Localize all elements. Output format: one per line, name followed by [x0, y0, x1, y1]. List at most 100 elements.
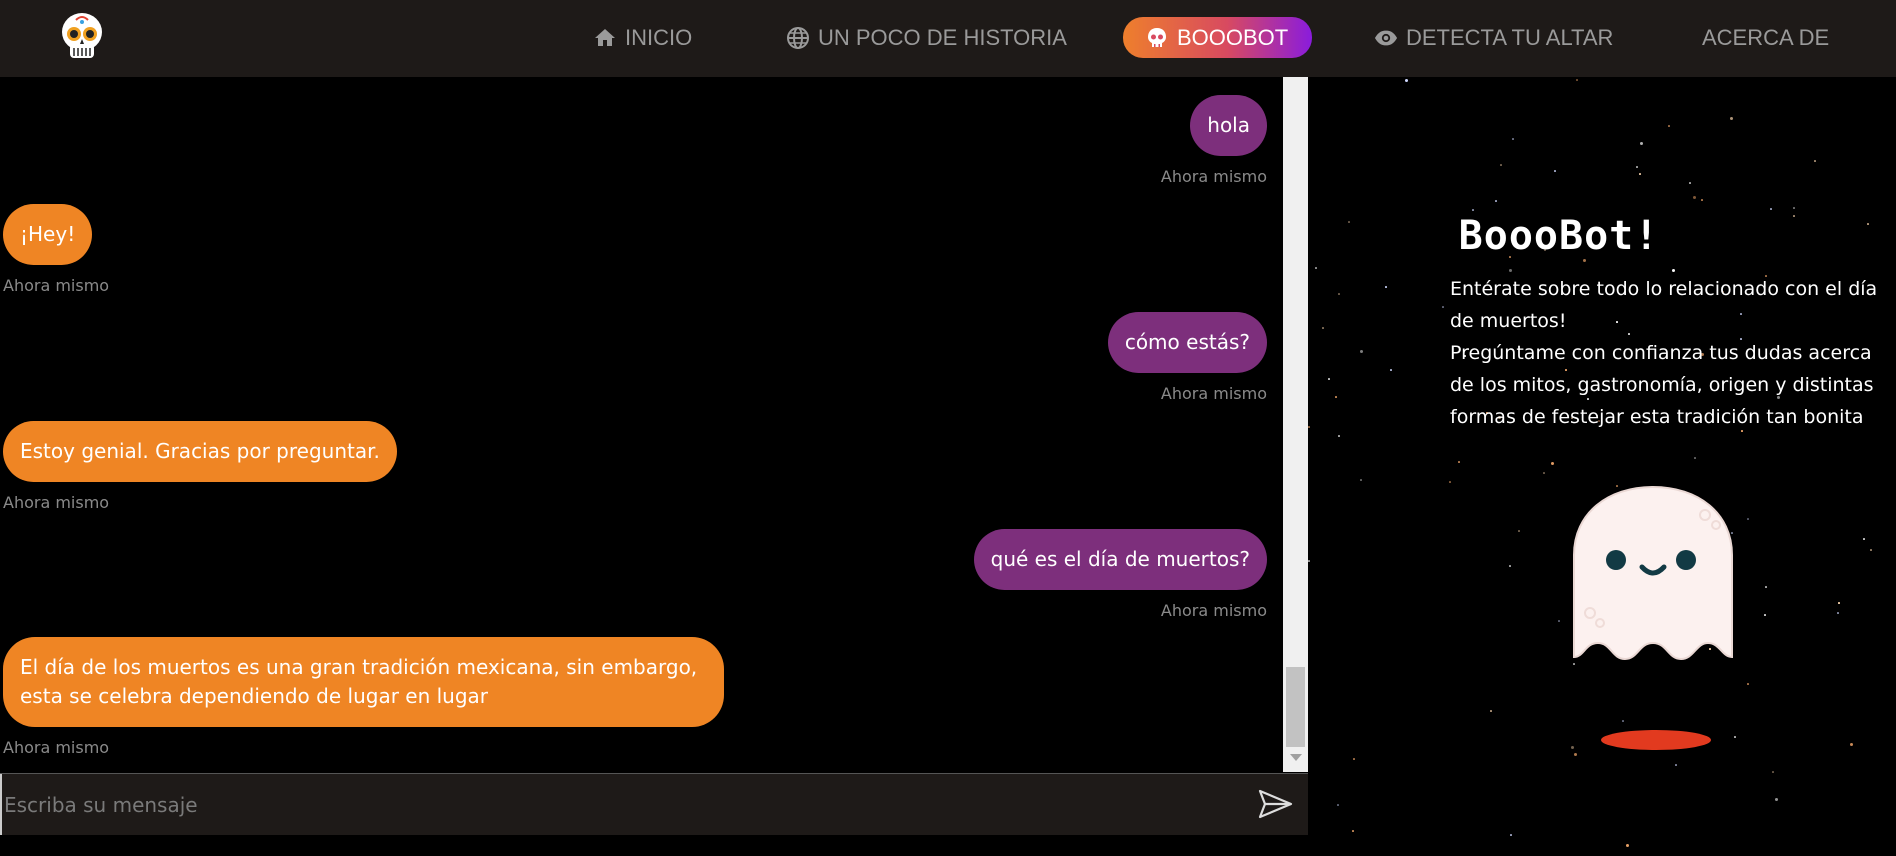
star: [1863, 538, 1865, 540]
star: [1571, 746, 1574, 749]
star: [1675, 764, 1677, 766]
send-icon[interactable]: [1258, 788, 1294, 820]
user-message-bubble: qué es el día de muertos?: [973, 529, 1267, 590]
nav-booobot-label: BOOOBOT: [1177, 24, 1289, 50]
globe-icon: [786, 26, 810, 50]
scrollbar-thumb[interactable]: [1286, 667, 1305, 747]
star: [1772, 771, 1774, 773]
star: [1490, 710, 1492, 712]
bot-message-bubble: Estoy genial. Gracias por preguntar.: [3, 421, 397, 482]
booobot-prompt: Pregúntame con confianza tus dudas acerc…: [1450, 342, 1874, 428]
star: [1668, 125, 1670, 127]
star: [1838, 602, 1840, 604]
message-timestamp: Ahora mismo: [3, 276, 110, 295]
top-navbar: INICIO UN POCO DE HISTORIA BOOOBOT DETEC…: [0, 0, 1896, 77]
star: [1360, 479, 1362, 481]
star: [1360, 350, 1363, 353]
star: [1472, 209, 1474, 211]
star: [1335, 396, 1337, 398]
star: [1837, 612, 1839, 614]
star: [1518, 530, 1520, 532]
star: [1558, 620, 1560, 622]
nav-detecta-altar-label: DETECTA TU ALTAR: [1406, 24, 1614, 50]
star: [1322, 327, 1324, 329]
star: [1353, 758, 1355, 760]
star: [1390, 369, 1392, 371]
star: [1734, 736, 1736, 738]
star: [1672, 269, 1675, 272]
star: [1770, 208, 1772, 210]
nav-acerca-de[interactable]: ACERCA DE: [1702, 17, 1829, 58]
message-input-bar: [0, 773, 1308, 835]
star: [1622, 720, 1624, 722]
star: [1693, 196, 1696, 199]
ghost-shadow: [1601, 730, 1711, 750]
bot-message-bubble: ¡Hey!: [3, 204, 93, 265]
message-timestamp: Ahora mismo: [1160, 384, 1267, 403]
star: [1775, 798, 1778, 801]
message-input[interactable]: [0, 774, 1240, 835]
star: [1512, 138, 1514, 140]
star: [1814, 160, 1816, 162]
bot-message-bubble: El día de los muertos es una gran tradic…: [3, 637, 724, 727]
star: [1574, 753, 1577, 756]
booobot-title: BoooBot!: [1458, 213, 1660, 259]
nav-historia-label: UN POCO DE HISTORIA: [818, 24, 1067, 50]
star: [1764, 614, 1766, 616]
star: [1747, 518, 1749, 520]
star: [1510, 834, 1512, 836]
star: [1694, 457, 1696, 459]
star: [1458, 461, 1460, 463]
message-timestamp: Ahora mismo: [1160, 601, 1267, 620]
star: [1385, 286, 1387, 288]
chat-scrollbar[interactable]: [1283, 77, 1308, 772]
star: [1765, 586, 1767, 588]
star: [1509, 565, 1511, 567]
star: [1337, 804, 1339, 806]
booobot-info-panel: BoooBot! Entérate sobre todo lo relacion…: [1308, 77, 1896, 856]
star: [1449, 481, 1451, 483]
star: [1500, 164, 1502, 166]
star: [1636, 166, 1638, 168]
star: [1442, 306, 1444, 308]
star: [1626, 844, 1629, 847]
star: [1543, 472, 1545, 474]
star: [1576, 79, 1578, 81]
skull-icon: [1145, 26, 1169, 50]
star: [1701, 199, 1703, 201]
star: [1308, 426, 1310, 428]
booobot-intro: Entérate sobre todo lo relacionado con e…: [1450, 278, 1878, 332]
sugar-skull-logo-icon[interactable]: [56, 10, 108, 62]
ghost-icon: [1573, 485, 1733, 661]
scroll-down-arrow-icon[interactable]: [1290, 754, 1302, 761]
nav-inicio[interactable]: INICIO: [593, 17, 692, 58]
user-message-bubble: hola: [1190, 95, 1267, 156]
star: [1338, 293, 1340, 295]
star: [1308, 560, 1310, 562]
nav-booobot[interactable]: BOOOBOT: [1123, 17, 1313, 58]
nav-inicio-label: INICIO: [625, 24, 693, 50]
eye-icon: [1374, 26, 1398, 50]
star: [1689, 182, 1691, 184]
chat-messages-panel: hola Ahora mismo ¡Hey! Ahora mismo cómo …: [0, 77, 1283, 772]
star: [1315, 267, 1317, 269]
star: [1405, 79, 1408, 82]
message-timestamp: Ahora mismo: [1160, 167, 1267, 186]
nav-acerca-de-label: ACERCA DE: [1702, 24, 1830, 50]
star: [1551, 462, 1554, 465]
star: [1328, 378, 1330, 380]
message-timestamp: Ahora mismo: [3, 738, 110, 757]
star: [1338, 435, 1340, 437]
nav-historia[interactable]: UN POCO DE HISTORIA: [786, 17, 1067, 58]
home-icon: [593, 26, 617, 50]
star: [1793, 207, 1795, 209]
star: [1495, 200, 1497, 202]
message-timestamp: Ahora mismo: [3, 493, 110, 512]
star: [1352, 830, 1354, 832]
star: [1509, 269, 1512, 272]
booobot-description: Entérate sobre todo lo relacionado con e…: [1450, 273, 1890, 433]
nav-detecta-altar[interactable]: DETECTA TU ALTAR: [1374, 17, 1613, 58]
user-message-bubble: cómo estás?: [1107, 312, 1267, 373]
star: [1747, 683, 1749, 685]
star: [1583, 259, 1586, 262]
